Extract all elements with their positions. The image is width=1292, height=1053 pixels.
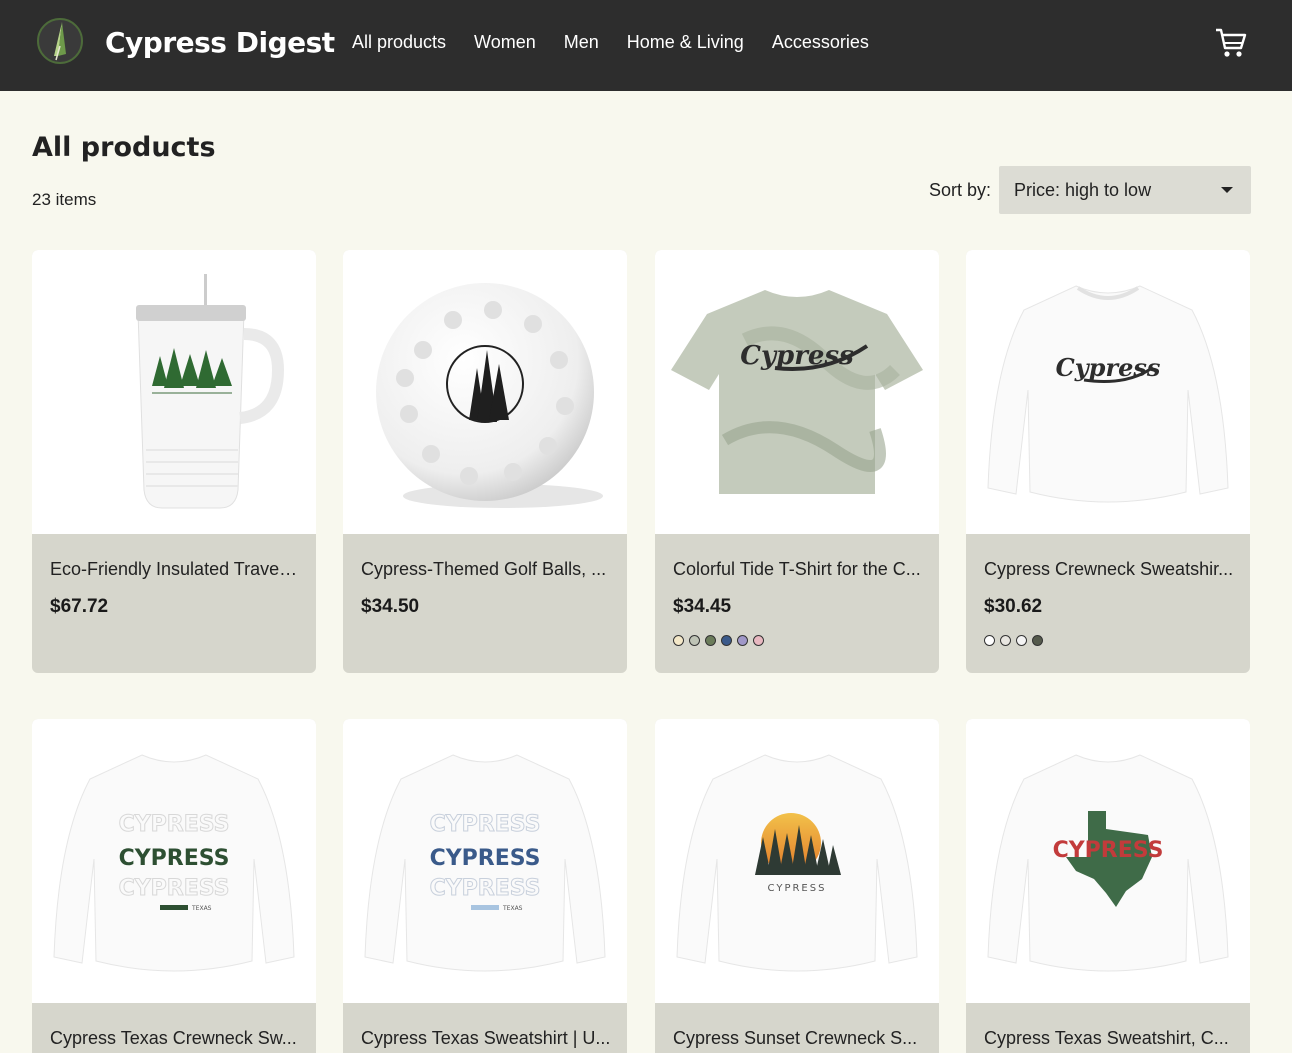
color-swatch[interactable] (1032, 635, 1043, 646)
product-card[interactable]: CYPRESS Cypress Texas Sweatshirt, C... (966, 719, 1250, 1053)
nav-all-products[interactable]: All products (352, 32, 446, 53)
color-swatch[interactable] (1016, 635, 1027, 646)
nav-home-living[interactable]: Home & Living (627, 32, 744, 53)
print-text: CYPRESS (119, 876, 230, 901)
nav-women[interactable]: Women (474, 32, 536, 53)
color-swatch[interactable] (689, 635, 700, 646)
print-text: CYPRESS (430, 846, 541, 871)
print-text: CYPRESS (1053, 838, 1164, 863)
print-text: CYPRESS (119, 812, 230, 837)
color-swatch[interactable] (673, 635, 684, 646)
product-card[interactable]: CYPRESS Cypress Sunset Crewneck S... (655, 719, 939, 1053)
chevron-down-icon (1221, 187, 1233, 193)
site-header: Cypress Digest All products Women Men Ho… (0, 0, 1292, 91)
print-text: CYPRESS (119, 846, 230, 871)
color-swatch[interactable] (721, 635, 732, 646)
color-swatches (984, 635, 1048, 646)
color-swatch[interactable] (737, 635, 748, 646)
product-card[interactable]: Cypress-Themed Golf Balls, ... $34.50 (343, 250, 627, 673)
product-name[interactable]: Eco-Friendly Insulated Travel ... (50, 559, 300, 580)
sort-select[interactable]: Price: high to low (999, 166, 1251, 214)
product-price: $30.62 (984, 596, 1043, 617)
item-count: 23 items (32, 190, 97, 209)
product-image-sunset[interactable]: CYPRESS (655, 719, 939, 1003)
color-swatch[interactable] (753, 635, 764, 646)
product-card[interactable]: Cypress Cypress Crewneck Sweatshir... $3… (966, 250, 1250, 673)
product-image-golf-ball[interactable] (343, 250, 627, 534)
main-nav: All products Women Men Home & Living Acc… (352, 32, 897, 53)
product-card[interactable]: Eco-Friendly Insulated Travel ... $67.72 (32, 250, 316, 673)
cypress-leaf-logo-icon[interactable] (36, 16, 84, 66)
print-text: Cypress (740, 341, 854, 371)
product-name[interactable]: Cypress-Themed Golf Balls, ... (361, 559, 611, 580)
product-card[interactable]: CYPRESS CYPRESS CYPRESS TEXAS Cypress Te… (32, 719, 316, 1053)
product-price: $67.72 (50, 596, 109, 617)
color-swatches (673, 635, 769, 646)
product-card[interactable]: Cypress Colorful Tide T-Shirt for the C.… (655, 250, 939, 673)
product-image-texas-map[interactable]: CYPRESS (966, 719, 1250, 1003)
nav-men[interactable]: Men (564, 32, 599, 53)
product-price: $34.50 (361, 596, 420, 617)
product-image-crewneck[interactable]: Cypress (966, 250, 1250, 534)
print-text: CYPRESS (430, 876, 541, 901)
product-name[interactable]: Cypress Texas Sweatshirt, C... (984, 1028, 1234, 1049)
product-name[interactable]: Colorful Tide T-Shirt for the C... (673, 559, 923, 580)
product-name[interactable]: Cypress Texas Crewneck Sw... (50, 1028, 300, 1049)
product-name[interactable]: Cypress Crewneck Sweatshir... (984, 559, 1234, 580)
print-text: TEXAS (191, 905, 212, 912)
sort-label: Sort by: (929, 180, 992, 200)
print-text: CYPRESS (768, 883, 827, 894)
color-swatch[interactable] (984, 635, 995, 646)
color-swatch[interactable] (1000, 635, 1011, 646)
product-image-tie-dye-tshirt[interactable]: Cypress (655, 250, 939, 534)
product-name[interactable]: Cypress Sunset Crewneck S... (673, 1028, 923, 1049)
cart-icon[interactable] (1214, 26, 1248, 60)
product-image-texas-blue[interactable]: CYPRESS CYPRESS CYPRESS TEXAS (343, 719, 627, 1003)
print-text: CYPRESS (430, 812, 541, 837)
nav-accessories[interactable]: Accessories (772, 32, 869, 53)
brand-name[interactable]: Cypress Digest (105, 26, 335, 59)
page-title: All products (32, 132, 216, 163)
product-image-tumbler[interactable] (32, 250, 316, 534)
product-price: $34.45 (673, 596, 732, 617)
print-text: Cypress (1056, 353, 1161, 382)
sort-selected-value: Price: high to low (1014, 180, 1152, 200)
color-swatch[interactable] (705, 635, 716, 646)
product-name[interactable]: Cypress Texas Sweatshirt | U... (361, 1028, 611, 1049)
print-text: TEXAS (502, 905, 523, 912)
product-image-texas-green[interactable]: CYPRESS CYPRESS CYPRESS TEXAS (32, 719, 316, 1003)
product-card[interactable]: CYPRESS CYPRESS CYPRESS TEXAS Cypress Te… (343, 719, 627, 1053)
